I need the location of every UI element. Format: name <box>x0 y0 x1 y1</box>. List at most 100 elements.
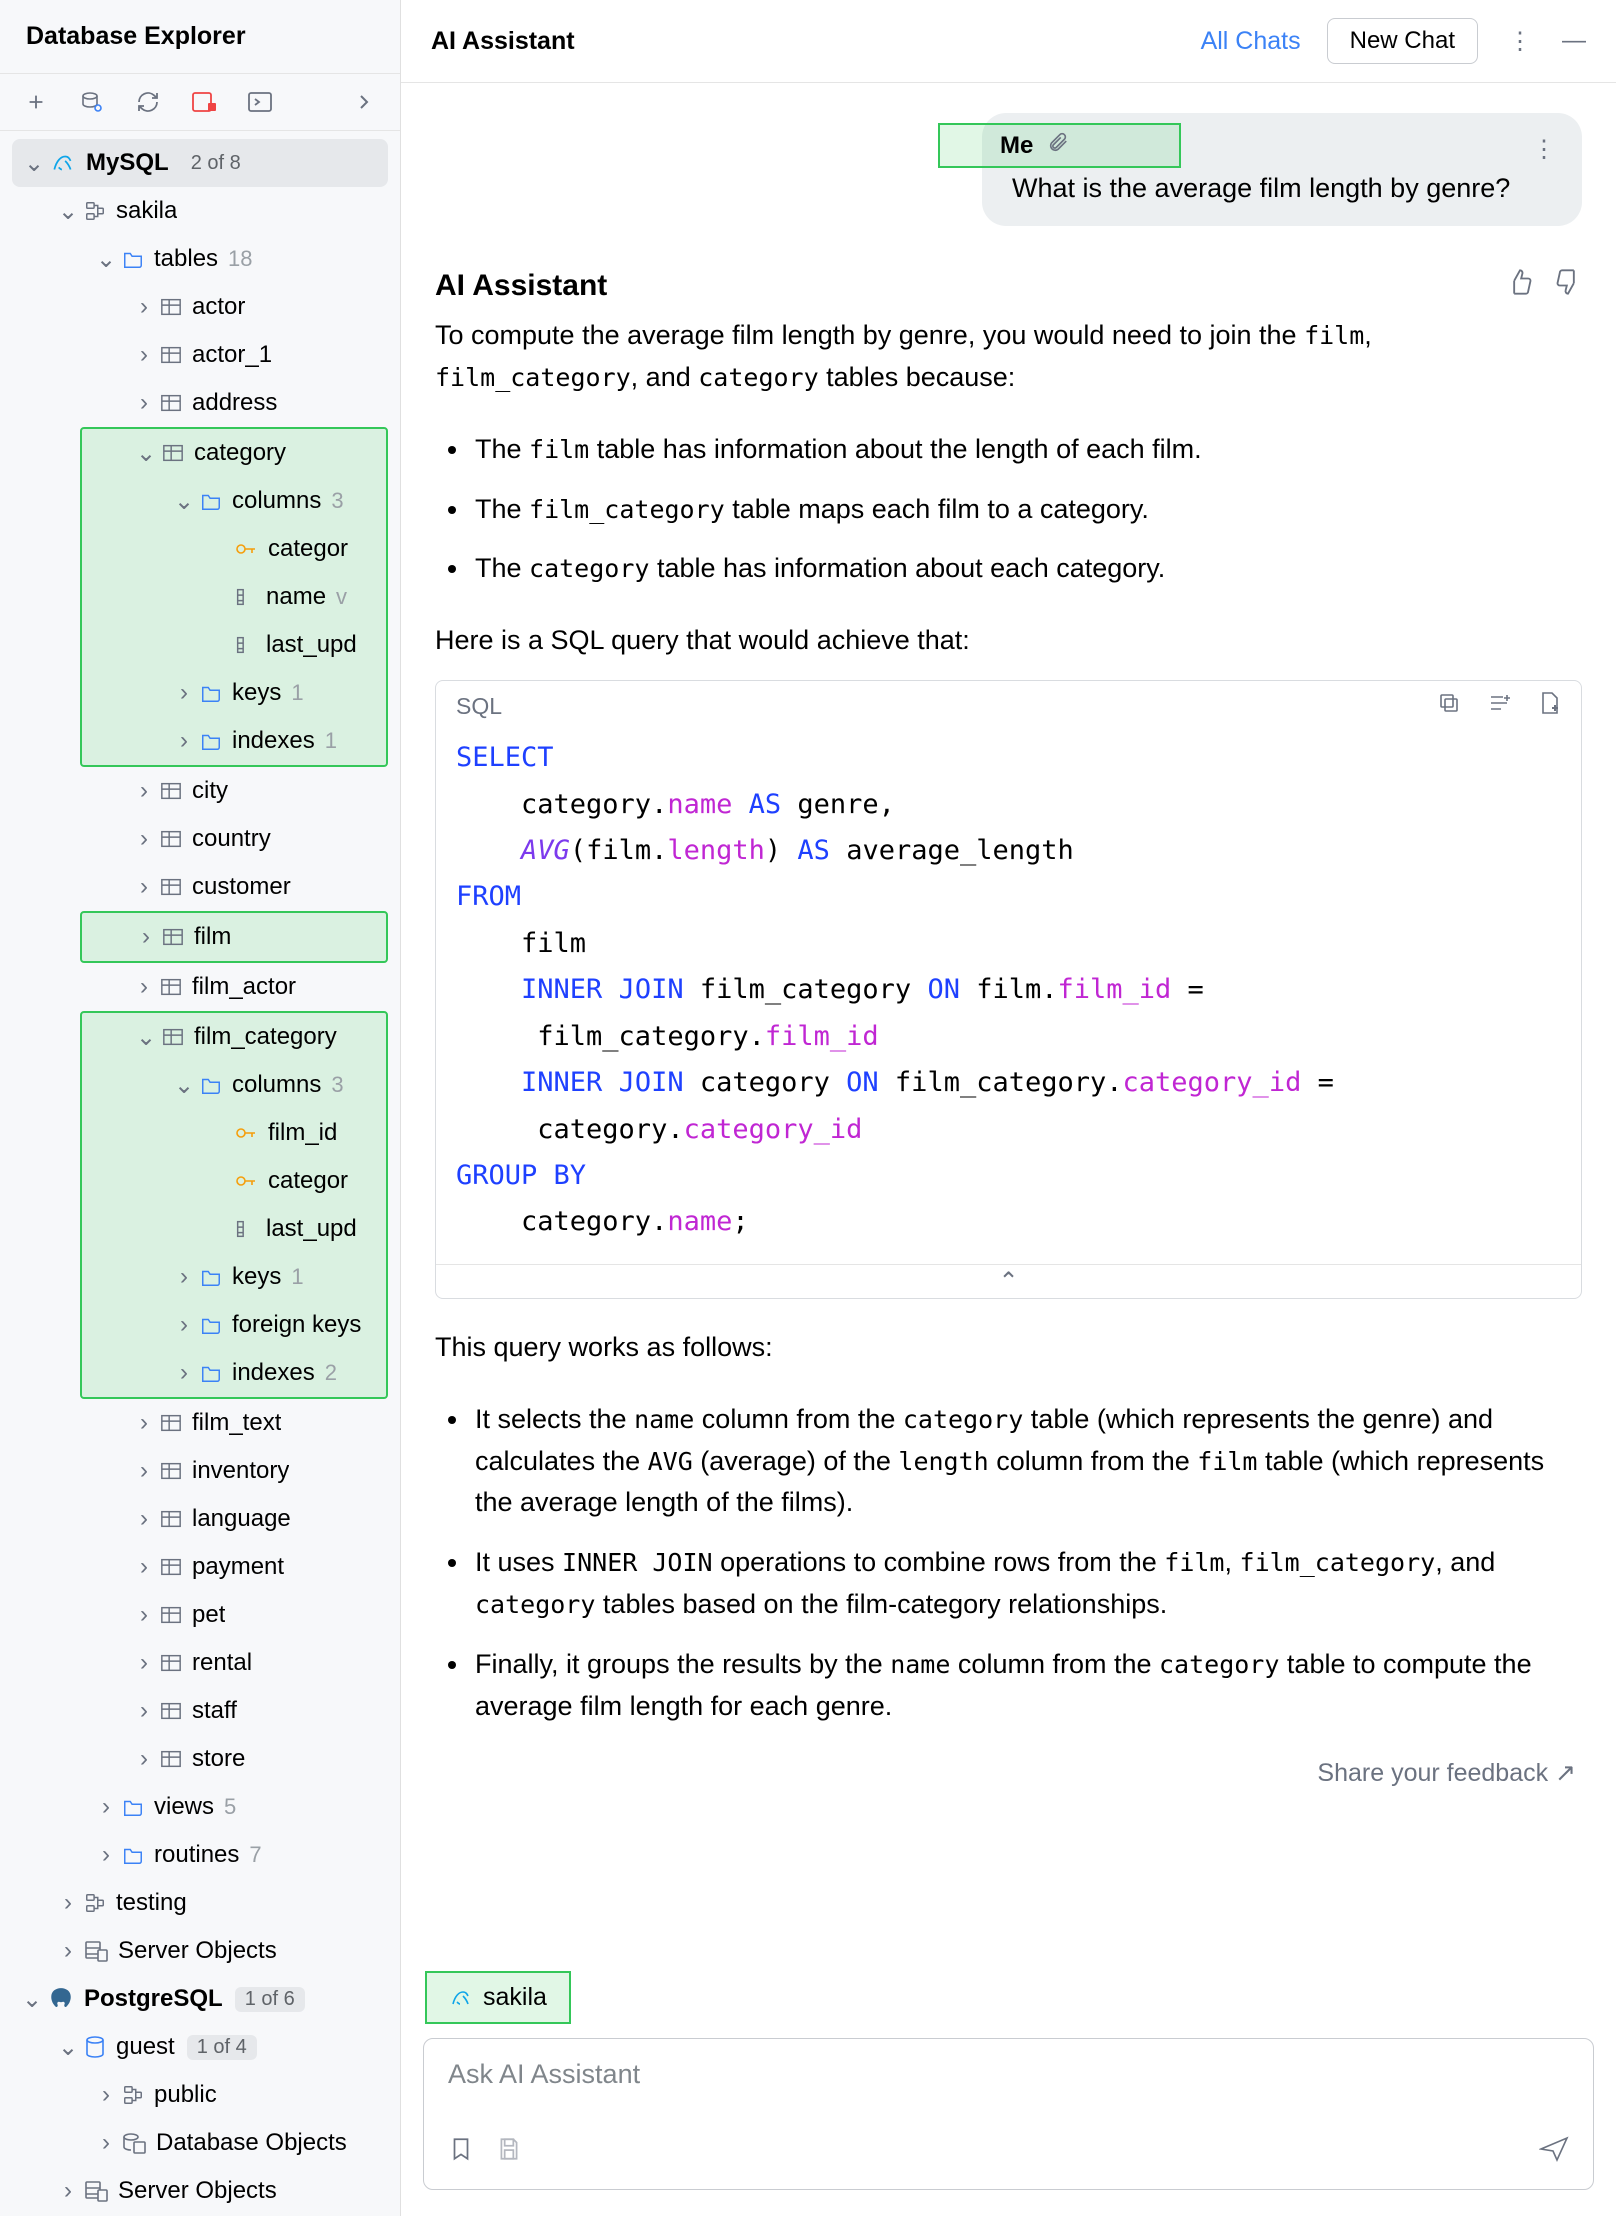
table-icon <box>160 297 182 317</box>
stop-icon[interactable] <box>190 88 218 116</box>
chat-body: Me ⋮ What is the average film length by … <box>401 83 1616 1963</box>
sql-code[interactable]: SELECT category.name AS genre, AVG(film.… <box>436 731 1581 1264</box>
expand-code-icon[interactable]: ⌃ <box>436 1264 1581 1298</box>
bookmark-icon[interactable] <box>448 2136 474 2169</box>
chat-header: AI Assistant All Chats New Chat ⋮ — <box>401 0 1616 83</box>
pg-schema-public[interactable]: ›public <box>0 2071 400 2119</box>
mysql-icon <box>449 1986 473 2010</box>
assistant-explain-lead: This query works as follows: <box>435 1327 1582 1369</box>
database-explorer-sidebar: Database Explorer ⌄ MySQL 2 of 8 ⌄ sakil… <box>0 0 401 2216</box>
context-chip-label: sakila <box>483 1983 547 2012</box>
user-message-text: What is the average film length by genre… <box>1012 173 1552 204</box>
table-row[interactable]: ›rental <box>0 1639 400 1687</box>
pk-column-icon <box>234 1171 258 1191</box>
table-row[interactable]: ›pet <box>0 1591 400 1639</box>
user-message-bubble: Me ⋮ What is the average film length by … <box>982 113 1582 226</box>
column-fc-last-update[interactable]: last_upd <box>82 1205 386 1253</box>
table-row[interactable]: ›film_text <box>0 1399 400 1447</box>
assistant-intro: To compute the average film length by ge… <box>435 315 1582 399</box>
table-row[interactable]: ›language <box>0 1495 400 1543</box>
chevron-right-icon[interactable] <box>350 88 378 116</box>
insert-code-icon[interactable] <box>1487 691 1511 721</box>
table-icon <box>162 1027 184 1047</box>
fc-indexes-folder[interactable]: ›indexes2 <box>82 1349 386 1397</box>
add-datasource-icon[interactable] <box>22 88 50 116</box>
table-film[interactable]: ›film <box>82 913 386 961</box>
table-row[interactable]: ›inventory <box>0 1447 400 1495</box>
jump-to-console-icon[interactable] <box>246 88 274 116</box>
column-fc-category-id[interactable]: categor <box>82 1157 386 1205</box>
new-chat-button[interactable]: New Chat <box>1327 18 1478 64</box>
fc-columns-folder[interactable]: ⌄columns3 <box>82 1061 386 1109</box>
minimize-icon[interactable]: — <box>1562 27 1586 55</box>
table-icon <box>160 393 182 413</box>
table-icon <box>160 877 182 897</box>
chat-input-area[interactable]: Ask AI Assistant <box>423 2038 1594 2190</box>
table-film-category-highlight: ⌄film_category ⌄columns3 film_id categor… <box>80 1011 388 1399</box>
more-menu-icon[interactable]: ⋮ <box>1508 27 1532 56</box>
list-item: It selects the name column from the cate… <box>471 1399 1582 1525</box>
assistant-lead2: Here is a SQL query that would achieve t… <box>435 620 1582 662</box>
mysql-server-objects[interactable]: ›Server Objects <box>0 1927 400 1975</box>
table-row[interactable]: ›film_actor <box>0 963 400 1011</box>
datasource-postgres[interactable]: ⌄PostgreSQL1 of 6 <box>0 1975 400 2023</box>
all-chats-link[interactable]: All Chats <box>1201 27 1301 56</box>
share-feedback-link[interactable]: Share your feedback ↗ <box>435 1758 1576 1788</box>
message-menu-icon[interactable]: ⋮ <box>1532 135 1556 164</box>
table-row[interactable]: ›actor <box>0 283 400 331</box>
routines-folder[interactable]: ›routines7 <box>0 1831 400 1879</box>
schema-icon <box>122 2084 144 2106</box>
assistant-bullets-1: The film table has information about the… <box>471 429 1582 591</box>
save-icon[interactable] <box>496 2136 522 2169</box>
category-indexes-folder[interactable]: ›indexes1 <box>82 717 386 765</box>
table-row[interactable]: ›staff <box>0 1687 400 1735</box>
views-folder[interactable]: ›views5 <box>0 1783 400 1831</box>
assistant-bullets-2: It selects the name column from the cate… <box>471 1399 1582 1728</box>
column-name[interactable]: namev <box>82 573 386 621</box>
pg-database-guest[interactable]: ⌄guest1 of 4 <box>0 2023 400 2071</box>
table-row[interactable]: ›actor_1 <box>0 331 400 379</box>
attachment-icon[interactable] <box>1047 131 1069 160</box>
table-icon <box>160 1461 182 1481</box>
chat-input-placeholder[interactable]: Ask AI Assistant <box>448 2059 1569 2090</box>
category-columns-folder[interactable]: ⌄ columns 3 <box>82 477 386 525</box>
table-row[interactable]: ›address <box>0 379 400 427</box>
folder-icon <box>200 1363 222 1383</box>
database-tree[interactable]: ⌄ MySQL 2 of 8 ⌄ sakila ⌄ tables 18 ›act… <box>0 131 400 2216</box>
table-icon <box>160 1605 182 1625</box>
table-row[interactable]: ›store <box>0 1735 400 1783</box>
table-icon <box>160 1701 182 1721</box>
thumbs-up-icon[interactable] <box>1506 268 1534 303</box>
context-chip-sakila[interactable]: sakila <box>425 1971 571 2024</box>
category-keys-folder[interactable]: ›keys1 <box>82 669 386 717</box>
folder-icon <box>200 683 222 703</box>
table-film-category[interactable]: ⌄film_category <box>82 1013 386 1061</box>
postgres-icon <box>48 1986 74 2012</box>
table-row[interactable]: ›city <box>0 767 400 815</box>
thumbs-down-icon[interactable] <box>1554 268 1582 303</box>
table-category[interactable]: ⌄ category <box>82 429 386 477</box>
send-icon[interactable] <box>1539 2136 1569 2169</box>
folder-icon <box>122 249 144 269</box>
pg-database-objects[interactable]: ›Database Objects <box>0 2119 400 2167</box>
table-icon <box>160 1413 182 1433</box>
datasource-properties-icon[interactable] <box>78 88 106 116</box>
server-objects-icon <box>84 1940 108 1962</box>
datasource-mysql[interactable]: ⌄ MySQL 2 of 8 <box>12 139 388 187</box>
column-fc-film-id[interactable]: film_id <box>82 1109 386 1157</box>
pg-server-objects[interactable]: ›Server Objects <box>0 2167 400 2215</box>
column-last-update[interactable]: last_upd <box>82 621 386 669</box>
copy-code-icon[interactable] <box>1437 691 1461 721</box>
table-row[interactable]: ›customer <box>0 863 400 911</box>
fc-keys-folder[interactable]: ›keys1 <box>82 1253 386 1301</box>
code-language-label: SQL <box>456 693 502 720</box>
table-row[interactable]: ›country <box>0 815 400 863</box>
new-file-icon[interactable] <box>1537 691 1561 721</box>
fc-foreignkeys-folder[interactable]: ›foreign keys <box>82 1301 386 1349</box>
table-row[interactable]: ›payment <box>0 1543 400 1591</box>
schema-testing[interactable]: ›testing <box>0 1879 400 1927</box>
column-category-id[interactable]: categor <box>82 525 386 573</box>
tables-folder[interactable]: ⌄ tables 18 <box>0 235 400 283</box>
refresh-icon[interactable] <box>134 88 162 116</box>
schema-sakila[interactable]: ⌄ sakila <box>0 187 400 235</box>
